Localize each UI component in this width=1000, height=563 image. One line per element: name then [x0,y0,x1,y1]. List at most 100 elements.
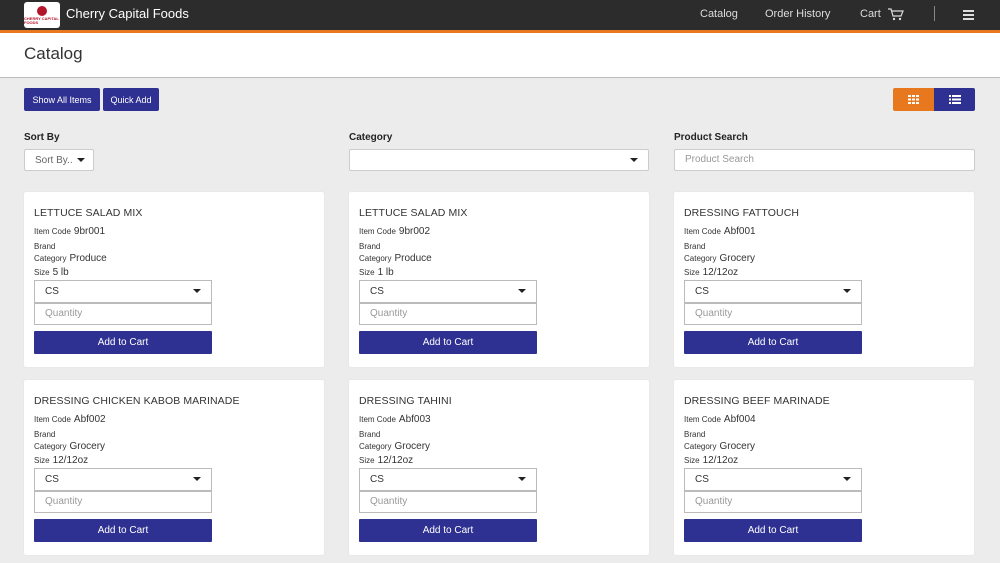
size-label: Size [359,456,375,465]
category-row: Category Produce [359,253,432,264]
size-row: Size 12/12oz [34,455,88,466]
brand-name[interactable]: Cherry Capital Foods [66,6,189,21]
brand-label: Brand [34,430,56,439]
product-card: DRESSING CHICKEN KABOB MARINADE Item Cod… [24,380,324,555]
size-value: 12/12oz [702,455,739,466]
product-search-input[interactable]: Product Search [674,149,975,171]
category-value: Produce [394,253,432,264]
brand-row: Brand [34,429,58,440]
item-code-value: Abf003 [398,414,431,425]
size-label: Size [359,268,375,277]
unit-of-measure-select[interactable]: CS [34,280,212,303]
category-select[interactable] [349,149,649,171]
category-label: Category [684,442,717,451]
view-toggle [893,88,975,111]
sort-by-label: Sort By [24,132,60,143]
item-code-value: Abf004 [723,414,756,425]
brand-row: Brand [34,241,58,252]
item-code-row: Item Code Abf001 [684,226,756,237]
size-row: Size 12/12oz [359,455,413,466]
quantity-input[interactable]: Quantity [34,491,212,513]
item-code-row: Item Code Abf004 [684,414,756,425]
size-label: Size [34,456,50,465]
unit-of-measure-value: CS [45,286,59,297]
add-to-cart-button[interactable]: Add to Cart [34,331,212,354]
quick-add-button[interactable]: Quick Add [103,88,159,111]
chevron-down-icon [193,289,201,293]
category-row: Category Grocery [684,441,755,452]
unit-of-measure-value: CS [695,474,709,485]
sort-by-select[interactable]: Sort By.. [24,149,94,171]
cherry-icon [37,5,47,16]
nav-order-history-link[interactable]: Order History [765,8,830,20]
brand-row: Brand [684,241,708,252]
quantity-input[interactable]: Quantity [684,491,862,513]
category-row: Category Grocery [359,441,430,452]
unit-of-measure-value: CS [695,286,709,297]
size-row: Size 12/12oz [684,267,738,278]
size-row: Size 1 lb [359,267,394,278]
size-value: 1 lb [377,267,394,278]
nav-catalog-link[interactable]: Catalog [700,8,738,20]
page-title: Catalog [24,44,83,63]
list-view-icon [948,95,961,104]
quantity-input[interactable]: Quantity [359,303,537,325]
category-row: Category Grocery [684,253,755,264]
list-view-button[interactable] [934,88,975,111]
size-value: 12/12oz [702,267,739,278]
product-name: LETTUCE SALAD MIX [359,207,468,219]
size-value: 12/12oz [377,455,414,466]
add-to-cart-button[interactable]: Add to Cart [359,519,537,542]
hamburger-menu-icon[interactable] [963,10,974,22]
item-code-value: Abf002 [73,414,106,425]
grid-view-icon [908,95,919,104]
size-label: Size [684,268,700,277]
product-name: DRESSING FATTOUCH [684,207,800,219]
brand-label: Brand [359,430,381,439]
unit-of-measure-select[interactable]: CS [359,468,537,491]
add-to-cart-button[interactable]: Add to Cart [34,519,212,542]
category-label: Category [359,254,392,263]
brand-row: Brand [684,429,708,440]
category-value: Grocery [394,441,431,452]
category-label: Category [684,254,717,263]
item-code-label: Item Code [359,415,396,424]
unit-of-measure-select[interactable]: CS [34,468,212,491]
show-all-items-button[interactable]: Show All Items [24,88,100,111]
top-navbar: CHERRY CAPITAL FOODS Cherry Capital Food… [0,0,1000,33]
product-card: LETTUCE SALAD MIX Item Code 9br002 Brand … [349,192,649,367]
item-code-row: Item Code 9br002 [359,226,430,237]
unit-of-measure-select[interactable]: CS [684,280,862,303]
item-code-label: Item Code [684,415,721,424]
nav-cart-link[interactable]: Cart [860,8,881,20]
category-row: Category Produce [34,253,107,264]
cart-icon[interactable] [887,8,904,21]
category-label: Category [349,132,393,143]
add-to-cart-button[interactable]: Add to Cart [359,331,537,354]
product-card: DRESSING TAHINI Item Code Abf003 Brand Ca… [349,380,649,555]
item-code-row: Item Code Abf002 [34,414,106,425]
quantity-input[interactable]: Quantity [359,491,537,513]
unit-of-measure-select[interactable]: CS [359,280,537,303]
chevron-down-icon [77,158,85,162]
brand-row: Brand [359,241,383,252]
brand-logo[interactable]: CHERRY CAPITAL FOODS [24,2,60,28]
item-code-label: Item Code [359,227,396,236]
product-card: LETTUCE SALAD MIX Item Code 9br001 Brand … [24,192,324,367]
quantity-input[interactable]: Quantity [34,303,212,325]
add-to-cart-button[interactable]: Add to Cart [684,331,862,354]
unit-of-measure-value: CS [370,286,384,297]
add-to-cart-button[interactable]: Add to Cart [684,519,862,542]
unit-of-measure-value: CS [45,474,59,485]
grid-view-button[interactable] [893,88,934,111]
category-label: Category [359,442,392,451]
logo-text: CHERRY CAPITAL FOODS [24,15,59,25]
unit-of-measure-select[interactable]: CS [684,468,862,491]
product-name: LETTUCE SALAD MIX [34,207,143,219]
item-code-label: Item Code [684,227,721,236]
quantity-input[interactable]: Quantity [684,303,862,325]
size-row: Size 5 lb [34,267,69,278]
sort-by-value: Sort By.. [35,155,73,166]
product-card: DRESSING BEEF MARINADE Item Code Abf004 B… [674,380,974,555]
size-row: Size 12/12oz [684,455,738,466]
